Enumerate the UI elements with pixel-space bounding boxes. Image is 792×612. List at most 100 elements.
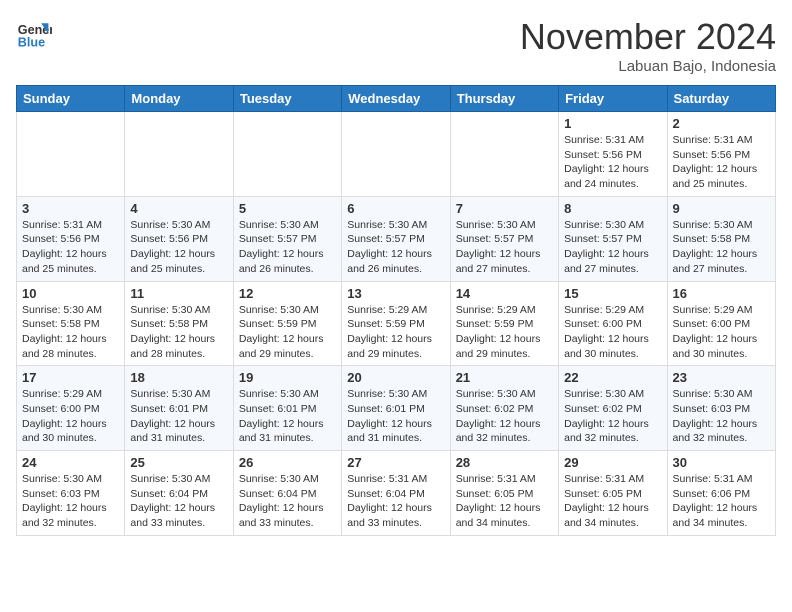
week-row-3: 10 Sunrise: 5:30 AM Sunset: 5:58 PM Dayli…: [17, 281, 776, 366]
weekday-thursday: Thursday: [450, 86, 558, 112]
day-info: Sunrise: 5:31 AM Sunset: 6:05 PM Dayligh…: [564, 472, 661, 531]
day-info: Sunrise: 5:31 AM Sunset: 5:56 PM Dayligh…: [22, 218, 119, 277]
title-section: November 2024 Labuan Bajo, Indonesia: [520, 16, 776, 75]
calendar-cell: 15Sunrise: 5:29 AM Sunset: 6:00 PM Dayli…: [559, 281, 667, 366]
svg-text:Blue: Blue: [18, 36, 45, 50]
calendar-cell: 17Sunrise: 5:29 AM Sunset: 6:00 PM Dayli…: [17, 366, 125, 451]
week-row-5: 24 Sunrise: 5:30 AM Sunset: 6:03 PM Dayli…: [17, 451, 776, 536]
weekday-wednesday: Wednesday: [342, 86, 450, 112]
calendar-cell: 28 Sunrise: 5:31 AM Sunset: 6:05 PM Dayli…: [450, 451, 558, 536]
day-info: Sunrise: 5:30 AM Sunset: 6:04 PM Dayligh…: [130, 472, 227, 531]
day-number: 27: [347, 455, 444, 470]
calendar-cell: 5 Sunrise: 5:30 AM Sunset: 5:57 PM Daylig…: [233, 196, 341, 281]
day-info: Sunrise: 5:30 AM Sunset: 5:58 PM Dayligh…: [130, 303, 227, 362]
day-info: Sunrise: 5:30 AM Sunset: 5:57 PM Dayligh…: [564, 218, 661, 277]
calendar-body: 1 Sunrise: 5:31 AM Sunset: 5:56 PM Daylig…: [17, 112, 776, 536]
day-info: Sunrise: 5:29 AM Sunset: 5:59 PM Dayligh…: [456, 303, 553, 362]
calendar-cell: 4 Sunrise: 5:30 AM Sunset: 5:56 PM Daylig…: [125, 196, 233, 281]
calendar-cell: 20Sunrise: 5:30 AM Sunset: 6:01 PM Dayli…: [342, 366, 450, 451]
calendar-cell: 13 Sunrise: 5:29 AM Sunset: 5:59 PM Dayli…: [342, 281, 450, 366]
day-number: 13: [347, 286, 444, 301]
calendar-cell: 16 Sunrise: 5:29 AM Sunset: 6:00 PM Dayli…: [667, 281, 775, 366]
calendar-cell: 2 Sunrise: 5:31 AM Sunset: 5:56 PM Daylig…: [667, 112, 775, 197]
calendar-cell: 10 Sunrise: 5:30 AM Sunset: 5:58 PM Dayli…: [17, 281, 125, 366]
calendar-cell: [450, 112, 558, 197]
day-number: 29: [564, 455, 661, 470]
calendar-cell: 1 Sunrise: 5:31 AM Sunset: 5:56 PM Daylig…: [559, 112, 667, 197]
calendar-cell: [342, 112, 450, 197]
weekday-friday: Friday: [559, 86, 667, 112]
day-number: 15: [564, 286, 661, 301]
calendar-cell: 23 Sunrise: 5:30 AM Sunset: 6:03 PM Dayli…: [667, 366, 775, 451]
day-info: Sunrise: 5:30 AM Sunset: 6:03 PM Dayligh…: [22, 472, 119, 531]
day-number: 1: [564, 116, 661, 131]
calendar-cell: 18Sunrise: 5:30 AM Sunset: 6:01 PM Dayli…: [125, 366, 233, 451]
weekday-monday: Monday: [125, 86, 233, 112]
day-number: 17: [22, 370, 119, 385]
day-number: 8: [564, 201, 661, 216]
day-number: 24: [22, 455, 119, 470]
day-number: 11: [130, 286, 227, 301]
calendar-cell: 29 Sunrise: 5:31 AM Sunset: 6:05 PM Dayli…: [559, 451, 667, 536]
calendar-cell: [17, 112, 125, 197]
day-number: 5: [239, 201, 336, 216]
day-number: 3: [22, 201, 119, 216]
day-info: Sunrise: 5:30 AM Sunset: 6:02 PM Dayligh…: [456, 387, 553, 446]
week-row-2: 3 Sunrise: 5:31 AM Sunset: 5:56 PM Daylig…: [17, 196, 776, 281]
day-info: Sunrise: 5:31 AM Sunset: 6:06 PM Dayligh…: [673, 472, 770, 531]
day-number: 2: [673, 116, 770, 131]
calendar-cell: 12 Sunrise: 5:30 AM Sunset: 5:59 PM Dayli…: [233, 281, 341, 366]
day-number: 10: [22, 286, 119, 301]
calendar-cell: 14 Sunrise: 5:29 AM Sunset: 5:59 PM Dayli…: [450, 281, 558, 366]
day-info: Sunrise: 5:31 AM Sunset: 6:04 PM Dayligh…: [347, 472, 444, 531]
week-row-1: 1 Sunrise: 5:31 AM Sunset: 5:56 PM Daylig…: [17, 112, 776, 197]
day-info: Sunrise: 5:30 AM Sunset: 5:56 PM Dayligh…: [130, 218, 227, 277]
day-info: Sunrise: 5:31 AM Sunset: 6:05 PM Dayligh…: [456, 472, 553, 531]
calendar-cell: 19Sunrise: 5:30 AM Sunset: 6:01 PM Dayli…: [233, 366, 341, 451]
day-info: Sunrise: 5:30 AM Sunset: 6:01 PM Dayligh…: [239, 387, 336, 446]
calendar-cell: 8 Sunrise: 5:30 AM Sunset: 5:57 PM Daylig…: [559, 196, 667, 281]
day-info: Sunrise: 5:30 AM Sunset: 5:57 PM Dayligh…: [456, 218, 553, 277]
day-number: 4: [130, 201, 227, 216]
day-number: 25: [130, 455, 227, 470]
day-info: Sunrise: 5:30 AM Sunset: 6:03 PM Dayligh…: [673, 387, 770, 446]
calendar-cell: 7 Sunrise: 5:30 AM Sunset: 5:57 PM Daylig…: [450, 196, 558, 281]
weekday-saturday: Saturday: [667, 86, 775, 112]
logo: General Blue: [16, 16, 52, 52]
page-header: General Blue November 2024 Labuan Bajo, …: [16, 16, 776, 75]
day-info: Sunrise: 5:30 AM Sunset: 5:59 PM Dayligh…: [239, 303, 336, 362]
day-info: Sunrise: 5:30 AM Sunset: 6:04 PM Dayligh…: [239, 472, 336, 531]
day-number: 20: [347, 370, 444, 385]
calendar-cell: 9Sunrise: 5:30 AM Sunset: 5:58 PM Daylig…: [667, 196, 775, 281]
day-info: Sunrise: 5:30 AM Sunset: 6:02 PM Dayligh…: [564, 387, 661, 446]
day-number: 6: [347, 201, 444, 216]
calendar-cell: 26 Sunrise: 5:30 AM Sunset: 6:04 PM Dayli…: [233, 451, 341, 536]
day-number: 28: [456, 455, 553, 470]
day-info: Sunrise: 5:30 AM Sunset: 6:01 PM Dayligh…: [130, 387, 227, 446]
day-number: 30: [673, 455, 770, 470]
weekday-sunday: Sunday: [17, 86, 125, 112]
calendar-cell: 30 Sunrise: 5:31 AM Sunset: 6:06 PM Dayli…: [667, 451, 775, 536]
calendar-cell: 27 Sunrise: 5:31 AM Sunset: 6:04 PM Dayli…: [342, 451, 450, 536]
day-info: Sunrise: 5:31 AM Sunset: 5:56 PM Dayligh…: [673, 133, 770, 192]
calendar-cell: 25 Sunrise: 5:30 AM Sunset: 6:04 PM Dayli…: [125, 451, 233, 536]
day-number: 7: [456, 201, 553, 216]
day-number: 16: [673, 286, 770, 301]
day-number: 23: [673, 370, 770, 385]
calendar-cell: 22 Sunrise: 5:30 AM Sunset: 6:02 PM Dayli…: [559, 366, 667, 451]
day-number: 12: [239, 286, 336, 301]
calendar-cell: 3 Sunrise: 5:31 AM Sunset: 5:56 PM Daylig…: [17, 196, 125, 281]
calendar-cell: 21Sunrise: 5:30 AM Sunset: 6:02 PM Dayli…: [450, 366, 558, 451]
day-number: 14: [456, 286, 553, 301]
day-info: Sunrise: 5:29 AM Sunset: 6:00 PM Dayligh…: [673, 303, 770, 362]
calendar-cell: 24 Sunrise: 5:30 AM Sunset: 6:03 PM Dayli…: [17, 451, 125, 536]
location: Labuan Bajo, Indonesia: [520, 58, 776, 75]
day-info: Sunrise: 5:30 AM Sunset: 5:58 PM Dayligh…: [22, 303, 119, 362]
day-info: Sunrise: 5:30 AM Sunset: 5:57 PM Dayligh…: [239, 218, 336, 277]
calendar-cell: 11 Sunrise: 5:30 AM Sunset: 5:58 PM Dayli…: [125, 281, 233, 366]
day-number: 26: [239, 455, 336, 470]
day-info: Sunrise: 5:31 AM Sunset: 5:56 PM Dayligh…: [564, 133, 661, 192]
day-info: Sunrise: 5:29 AM Sunset: 5:59 PM Dayligh…: [347, 303, 444, 362]
day-number: 22: [564, 370, 661, 385]
weekday-header-row: SundayMondayTuesdayWednesdayThursdayFrid…: [17, 86, 776, 112]
